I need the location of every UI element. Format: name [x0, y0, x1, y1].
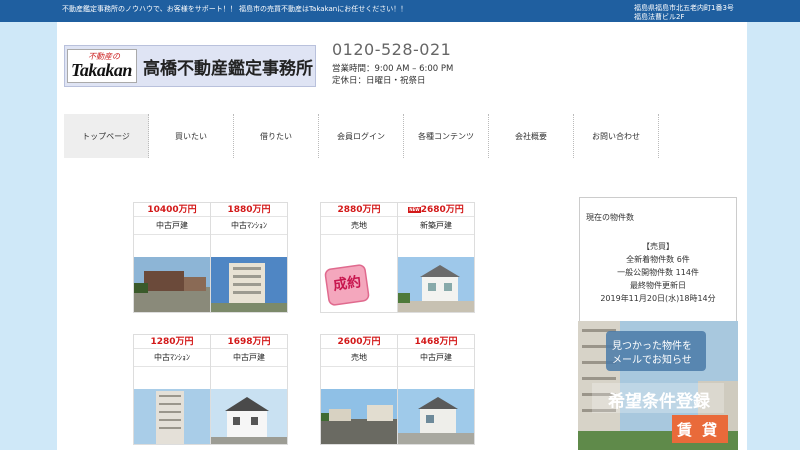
listing-type: 中古ﾏﾝｼｮﾝ — [211, 217, 287, 235]
new-badge: NEW — [408, 206, 421, 213]
listing-card[interactable]: 2880万円 売地 成約 — [320, 202, 398, 313]
logo-brand-text: Takakan — [71, 60, 132, 80]
site-tagline: 不動産鑑定事務所のノウハウで、お客様をサポート！！ 福島市の売買不動産はTaka… — [62, 5, 408, 13]
property-count-title: 現在の物件数 — [586, 213, 634, 222]
logo-badge: 不動産の Takakan — [67, 49, 137, 83]
listing-type: 売地 — [321, 349, 397, 367]
listing-card[interactable]: NEW2680万円 新築戸建 — [397, 202, 475, 313]
listing-card[interactable]: 2600万円 売地 — [320, 334, 398, 445]
property-count-box: 現在の物件数 【売買】 全新着物件数 6件 一般公開物件数 114件 最終物件更… — [579, 197, 737, 328]
nav-company[interactable]: 会社概要 — [489, 114, 574, 158]
listing-type: 中古戸建 — [398, 349, 474, 367]
nav-member-login[interactable]: 会員ログイン — [319, 114, 404, 158]
top-bar: 不動産鑑定事務所のノウハウで、お客様をサポート！！ 福島市の売買不動産はTaka… — [0, 0, 800, 22]
listing-type: 中古戸建 — [211, 349, 287, 367]
public-listing-count: 一般公開物件数 114件 — [617, 268, 699, 277]
last-updated-label: 最終物件更新日 — [630, 281, 686, 290]
nav-rent[interactable]: 借りたい — [234, 114, 319, 158]
sold-stamp: 成約 — [332, 274, 363, 294]
new-listing-count: 全新着物件数 6件 — [626, 255, 690, 264]
nav-contents[interactable]: 各種コンテンツ — [404, 114, 489, 158]
listing-price: 1280万円 — [134, 335, 210, 349]
listing-card[interactable]: 1468万円 中古戸建 — [397, 334, 475, 445]
listing-card[interactable]: 1280万円 中古ﾏﾝｼｮﾝ — [133, 334, 211, 445]
listing-photo[interactable]: 成約 — [321, 257, 397, 312]
listing-photo[interactable] — [134, 257, 210, 312]
banner-line-2: メールでお知らせ — [612, 355, 692, 366]
listing-photo[interactable] — [211, 257, 287, 312]
listing-price: 2600万円 — [321, 335, 397, 349]
listing-price: 1880万円 — [211, 203, 287, 217]
page-container: 不動産の Takakan 高橋不動産鑑定事務所 0120-528-021 営業時… — [57, 22, 747, 450]
listing-price: 2880万円 — [321, 203, 397, 217]
nav-contact[interactable]: お問い合わせ — [574, 114, 659, 158]
listing-price: NEW2680万円 — [398, 203, 474, 217]
banner-title: 希望条件登録 — [608, 392, 710, 412]
holidays: 定休日：日曜日・祝祭日 — [332, 76, 426, 86]
banner-tag-1: 賃 — [677, 421, 693, 439]
listing-photo[interactable] — [398, 257, 474, 312]
listing-price: 10400万円 — [134, 203, 210, 217]
company-name: 高橋不動産鑑定事務所 — [143, 59, 313, 79]
listing-type: 売地 — [321, 217, 397, 235]
listing-photo[interactable] — [398, 389, 474, 444]
listing-photo[interactable] — [134, 389, 210, 444]
listing-type: 中古ﾏﾝｼｮﾝ — [134, 349, 210, 367]
listing-price: 1698万円 — [211, 335, 287, 349]
sale-section-label: 【売買】 — [642, 242, 674, 251]
listing-type: 中古戸建 — [134, 217, 210, 235]
main-nav: トップページ 買いたい 借りたい 会員ログイン 各種コンテンツ 会社概要 お問い… — [64, 114, 659, 158]
listing-photo[interactable] — [321, 389, 397, 444]
listing-photo[interactable] — [211, 389, 287, 444]
last-updated-date: 2019年11月20日(水)18時14分 — [600, 294, 716, 303]
nav-top[interactable]: トップページ — [64, 114, 149, 158]
registration-banner[interactable]: 見つかった物件を メールでお知らせ 希望条件登録 賃 貸 — [578, 321, 738, 450]
address-line-2: 福島法曹ビル2F — [634, 13, 685, 21]
listing-card[interactable]: 10400万円 中古戸建 — [133, 202, 211, 313]
listing-card[interactable]: 1698万円 中古戸建 — [210, 334, 288, 445]
phone-number[interactable]: 0120-528-021 — [332, 40, 451, 59]
business-hours: 営業時間：9:00 AM – 6:00 PM — [332, 64, 454, 74]
company-logo[interactable]: 不動産の Takakan 高橋不動産鑑定事務所 — [64, 45, 316, 87]
banner-line-1: 見つかった物件を — [612, 341, 692, 352]
listing-card[interactable]: 1880万円 中古ﾏﾝｼｮﾝ — [210, 202, 288, 313]
banner-tag-2: 貸 — [702, 421, 718, 439]
listing-price: 1468万円 — [398, 335, 474, 349]
listing-type: 新築戸建 — [398, 217, 474, 235]
nav-buy[interactable]: 買いたい — [149, 114, 234, 158]
